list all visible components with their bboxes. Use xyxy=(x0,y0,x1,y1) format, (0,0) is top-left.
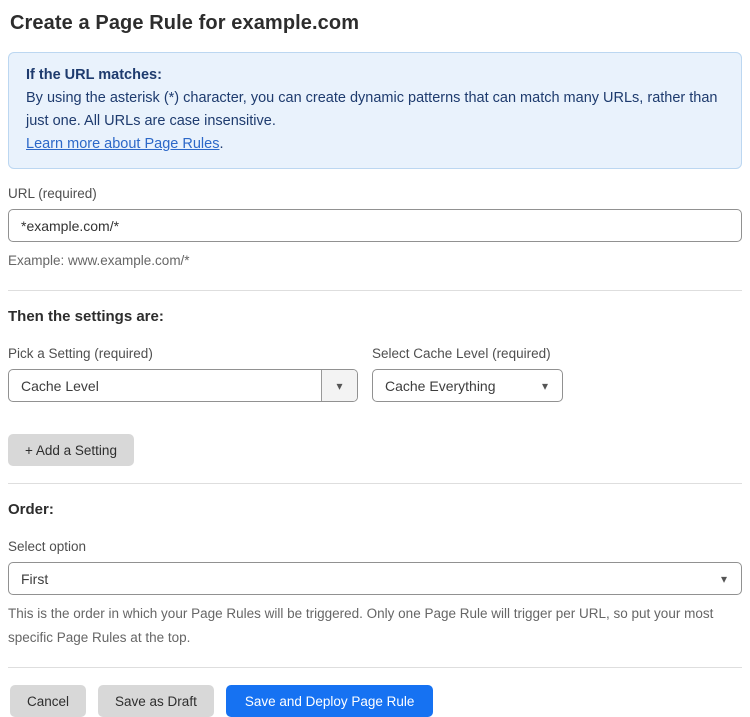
pick-setting-label: Pick a Setting (required) xyxy=(8,346,153,361)
cache-level-form-group: Select Cache Level (required) Cache Ever… xyxy=(372,346,563,402)
chevron-down-icon: ▾ xyxy=(541,378,548,393)
pick-setting-select-value: Cache Level xyxy=(21,377,99,394)
settings-heading: Then the settings are: xyxy=(8,308,164,325)
cancel-button[interactable]: Cancel xyxy=(10,685,87,717)
save-as-draft-button[interactable]: Save as Draft xyxy=(98,685,214,717)
settings-row: Pick a Setting (required) Cache Level ▾ … xyxy=(8,346,742,402)
cache-level-label: Select Cache Level (required) xyxy=(372,346,551,361)
url-label: URL (required) xyxy=(8,186,97,201)
order-help-text: This is the order in which your Page Rul… xyxy=(8,606,714,645)
cache-level-select-value: Cache Everything xyxy=(385,377,496,394)
info-box-link-line: Learn more about Page Rules. xyxy=(26,133,724,156)
order-select-label: Select option xyxy=(8,539,87,554)
pick-setting-select[interactable]: Cache Level ▾ xyxy=(8,369,358,402)
order-form-group: Select option First ▾ This is the order … xyxy=(8,539,742,650)
order-heading: Order: xyxy=(8,501,54,518)
order-select-value: First xyxy=(21,570,49,587)
chevron-down-icon: ▾ xyxy=(321,370,357,401)
learn-more-link[interactable]: Learn more about Page Rules xyxy=(26,136,219,152)
order-select[interactable]: First ▾ xyxy=(8,562,742,595)
divider xyxy=(8,667,742,668)
add-setting-button[interactable]: + Add a Setting xyxy=(8,434,134,466)
url-matches-info-box: If the URL matches: By using the asteris… xyxy=(8,52,742,169)
url-input[interactable] xyxy=(8,209,742,242)
setting-form-group: Pick a Setting (required) Cache Level ▾ xyxy=(8,346,358,402)
info-box-body: By using the asterisk (*) character, you… xyxy=(26,90,718,129)
cache-level-select[interactable]: Cache Everything ▾ xyxy=(372,369,563,402)
footer-actions: Cancel Save as Draft Save and Deploy Pag… xyxy=(10,685,742,717)
save-and-deploy-button[interactable]: Save and Deploy Page Rule xyxy=(225,685,434,717)
page-title: Create a Page Rule for example.com xyxy=(10,12,360,34)
info-box-heading: If the URL matches: xyxy=(26,67,162,83)
divider xyxy=(8,290,742,291)
chevron-down-icon: ▾ xyxy=(720,571,727,586)
link-suffix: . xyxy=(219,136,224,152)
divider xyxy=(8,483,742,484)
url-example-text: Example: www.example.com/* xyxy=(8,253,190,268)
